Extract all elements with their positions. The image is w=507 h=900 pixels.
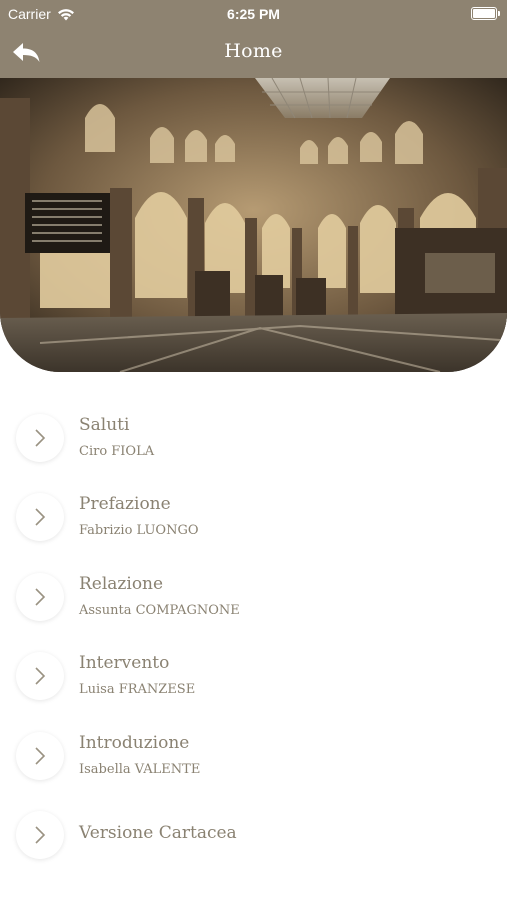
menu-item-introduzione[interactable]: Introduzione Isabella VALENTE <box>0 718 507 790</box>
item-subtitle: Ciro FIOLA <box>79 444 155 459</box>
battery-icon <box>471 7 500 20</box>
chevron-button[interactable] <box>16 573 64 621</box>
item-title: Intervento <box>79 653 170 673</box>
page-title: Home <box>224 40 283 62</box>
navigation-bar: Home <box>0 28 507 78</box>
item-subtitle: Luisa FRANZESE <box>79 682 196 697</box>
item-title: Relazione <box>79 574 164 594</box>
chevron-right-icon <box>35 826 46 844</box>
chevron-right-icon <box>35 588 46 606</box>
chevron-right-icon <box>35 508 46 526</box>
item-subtitle: Fabrizio LUONGO <box>79 523 199 538</box>
item-subtitle: Assunta COMPAGNONE <box>79 603 240 618</box>
item-title: Prefazione <box>79 494 171 514</box>
item-subtitle: Isabella VALENTE <box>79 762 201 777</box>
chevron-button[interactable] <box>16 811 64 859</box>
hero-image <box>0 78 507 372</box>
chevron-button[interactable] <box>16 652 64 700</box>
menu-item-intervento[interactable]: Intervento Luisa FRANZESE <box>0 638 507 710</box>
menu-item-versione-cartacea[interactable]: Versione Cartacea <box>0 797 507 869</box>
item-title: Introduzione <box>79 733 190 753</box>
status-time: 6:25 PM <box>227 6 280 22</box>
menu-item-saluti[interactable]: Saluti Ciro FIOLA <box>0 400 507 472</box>
menu-item-relazione[interactable]: Relazione Assunta COMPAGNONE <box>0 559 507 631</box>
chevron-button[interactable] <box>16 414 64 462</box>
chevron-button[interactable] <box>16 732 64 780</box>
item-title: Versione Cartacea <box>79 823 237 843</box>
chevron-right-icon <box>35 667 46 685</box>
chevron-right-icon <box>35 747 46 765</box>
menu-item-prefazione[interactable]: Prefazione Fabrizio LUONGO <box>0 479 507 551</box>
chevron-right-icon <box>35 429 46 447</box>
chevron-button[interactable] <box>16 493 64 541</box>
status-bar: Carrier 6:25 PM <box>0 0 507 28</box>
item-title: Saluti <box>79 415 130 435</box>
